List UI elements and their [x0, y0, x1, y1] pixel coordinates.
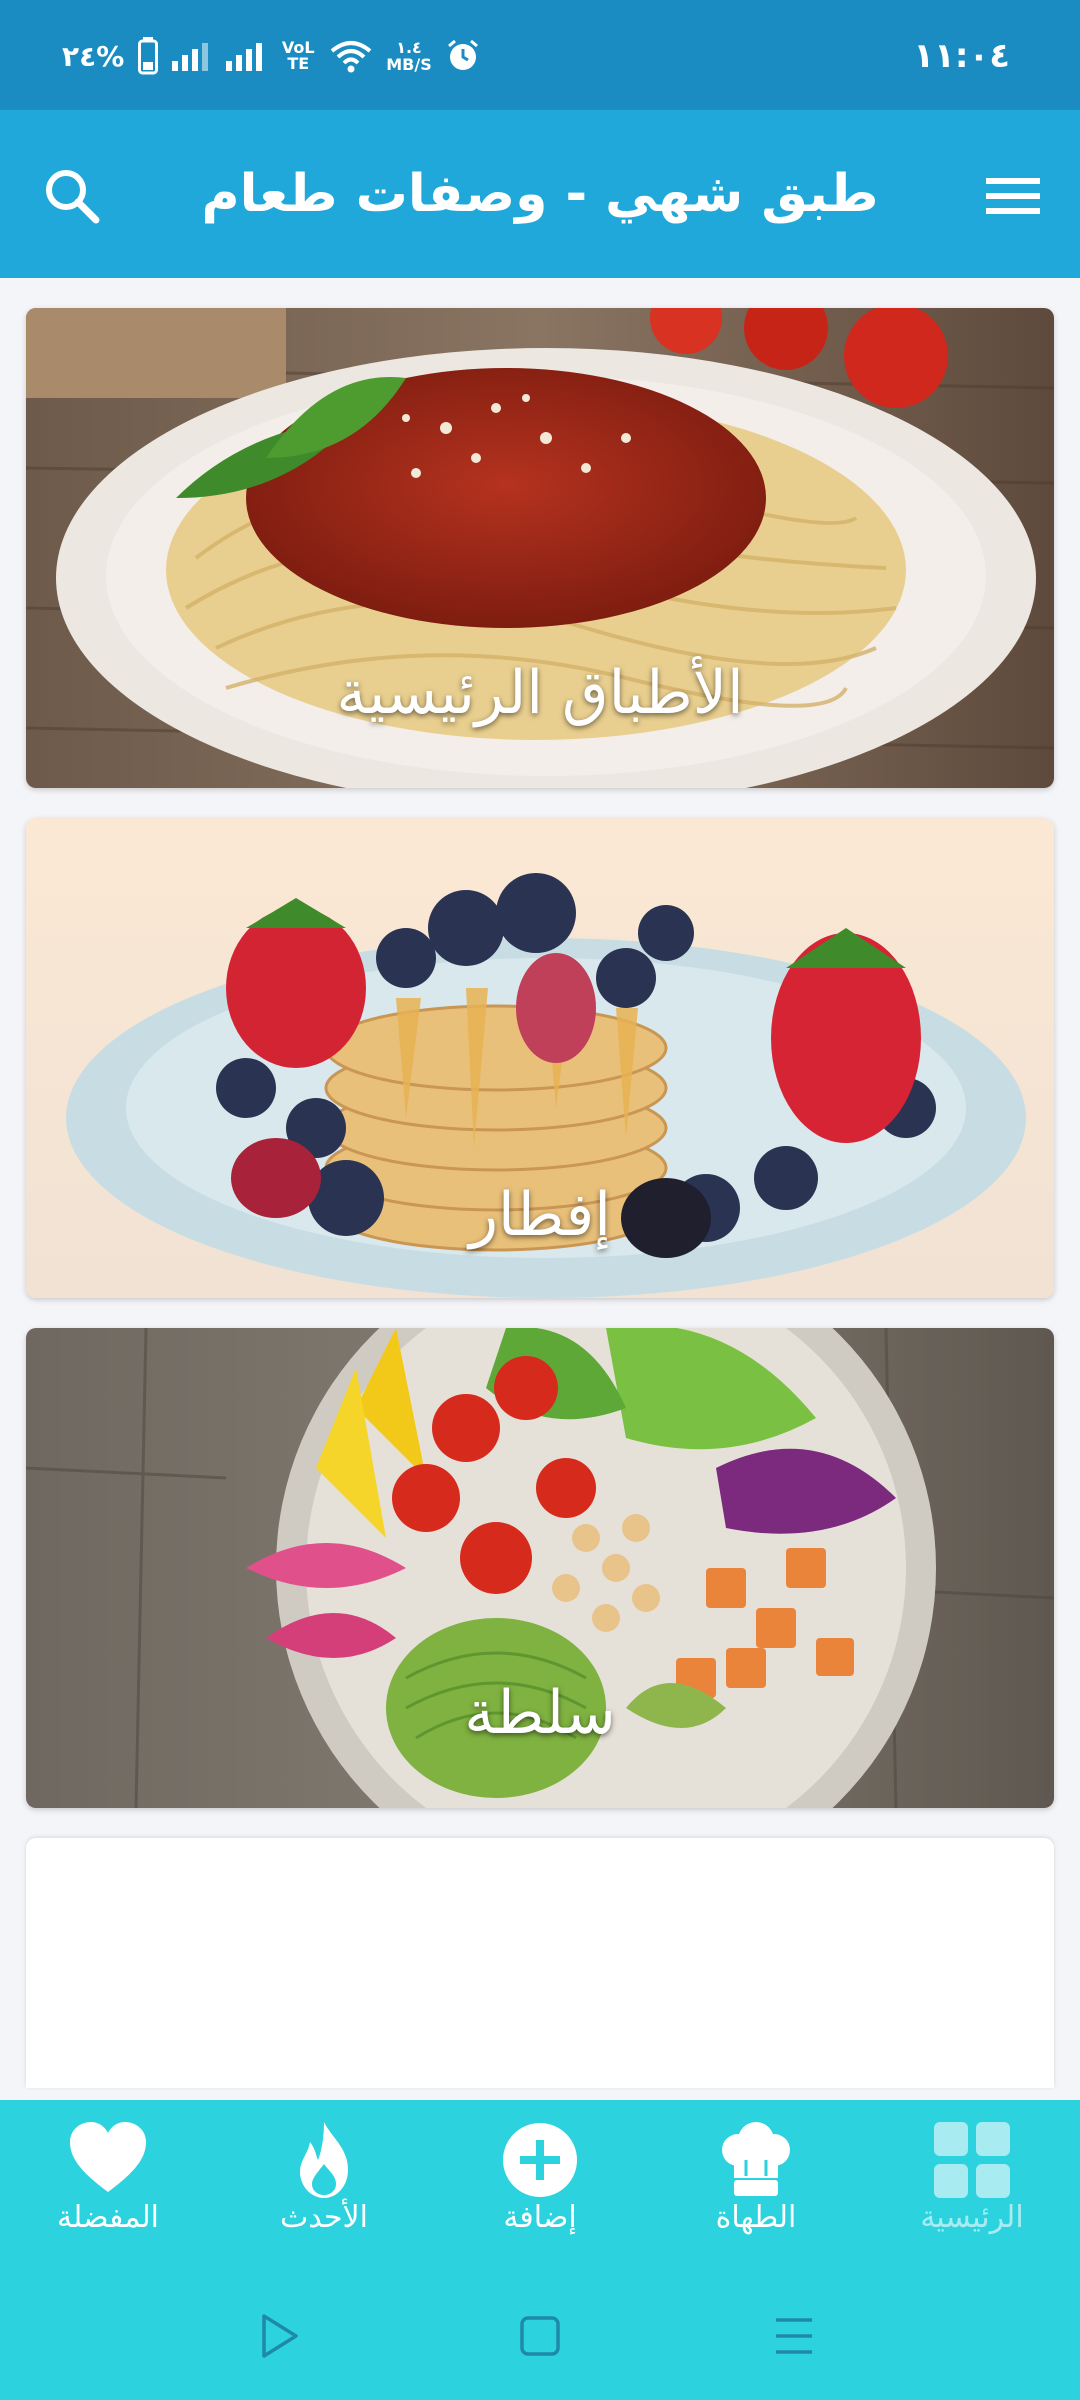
category-card-main-dishes[interactable]: الأطباق الرئيسية — [26, 308, 1054, 788]
battery-icon — [138, 37, 159, 75]
category-label: سلطة — [464, 1678, 616, 1748]
category-card-salad[interactable]: سلطة — [26, 1328, 1054, 1808]
nav-latest[interactable]: الأحدث — [216, 2100, 432, 2268]
search-button[interactable] — [38, 162, 106, 230]
nav-label: الرئيسية — [920, 2200, 1024, 2235]
heart-icon — [70, 2122, 146, 2192]
nav-label: الأحدث — [280, 2200, 368, 2235]
system-navigation-bar — [0, 2268, 1080, 2400]
nav-home[interactable]: الرئيسية — [864, 2100, 1080, 2268]
app-bar: طبق شهي - وصفات طعام — [0, 110, 1080, 278]
wifi-icon — [330, 41, 372, 73]
category-label: إفطار — [469, 1180, 611, 1250]
flame-icon — [300, 2122, 348, 2198]
home-square-icon[interactable] — [512, 2308, 568, 2364]
alarm-icon — [447, 39, 478, 70]
battery-percent: %٢٤ — [62, 39, 125, 73]
menu-button[interactable] — [978, 162, 1046, 230]
category-label: الأطباق الرئيسية — [336, 658, 744, 728]
back-triangle-icon[interactable] — [250, 2308, 306, 2364]
volte-icon: VoLTE — [281, 38, 315, 73]
signal-icon-1 — [172, 43, 209, 71]
bottom-navigation: المفضلة الأحدث إضافة الطهاة الرئيسية — [0, 2100, 1080, 2268]
nav-favorites[interactable]: المفضلة — [0, 2100, 216, 2268]
category-card-loading[interactable] — [26, 1838, 1054, 2088]
signal-icon-2 — [226, 43, 263, 71]
grid-icon — [934, 2122, 1010, 2198]
nav-label: إضافة — [503, 2200, 577, 2235]
clock: ١١:٠٤ — [913, 36, 1010, 76]
data-speed: ١.٤ MB/S — [386, 38, 432, 74]
plus-circle-icon — [503, 2123, 577, 2197]
status-icons: %٢٤ VoLTE ١.٤ MB/S — [62, 30, 480, 82]
nav-chefs[interactable]: الطهاة — [648, 2100, 864, 2268]
chef-hat-icon — [722, 2122, 790, 2196]
category-card-breakfast[interactable]: إفطار — [26, 818, 1054, 1298]
app-title: طبق شهي - وصفات طعام — [201, 164, 879, 224]
nav-label: الطهاة — [715, 2200, 797, 2235]
menu-icon — [986, 178, 1040, 214]
recents-lines-icon[interactable] — [766, 2308, 822, 2364]
search-icon — [46, 170, 100, 224]
nav-label: المفضلة — [56, 2200, 160, 2235]
nav-add[interactable]: إضافة — [432, 2100, 648, 2268]
status-bar: %٢٤ VoLTE ١.٤ MB/S ١١:٠٤ — [0, 0, 1080, 110]
